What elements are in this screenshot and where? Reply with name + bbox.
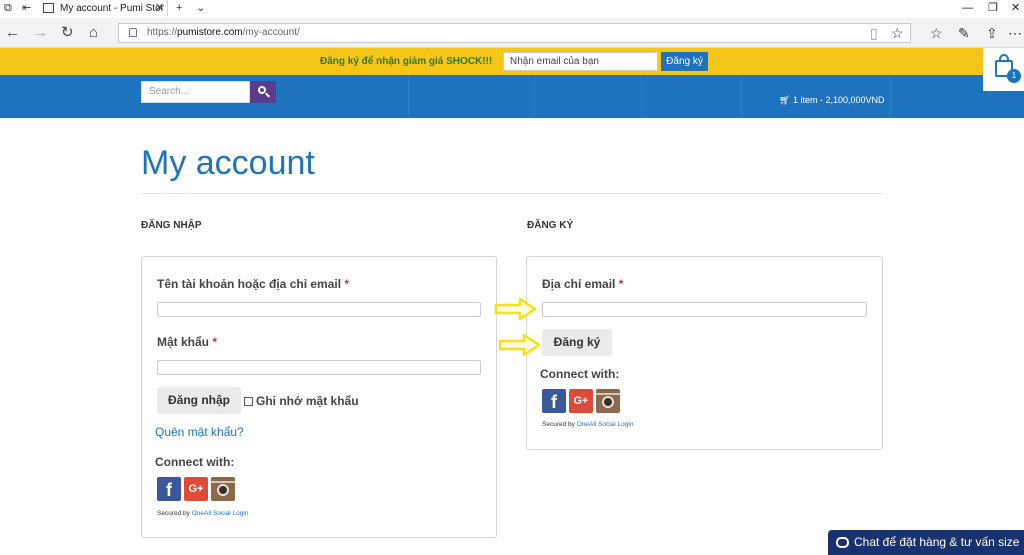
username-input[interactable] bbox=[157, 302, 481, 317]
chat-label: Chat để đặt hàng & tư vấn size bbox=[854, 535, 1020, 549]
lock-icon bbox=[129, 28, 137, 37]
oneall-link[interactable]: OneAll Social Login bbox=[192, 510, 249, 517]
reading-view-icon[interactable]: ▯ bbox=[870, 23, 878, 43]
remember-checkbox[interactable] bbox=[244, 397, 253, 406]
remember-me[interactable]: Ghi nhớ mật khẩu bbox=[244, 393, 359, 409]
floating-cart[interactable]: 1 bbox=[983, 48, 1024, 91]
search-button[interactable] bbox=[250, 81, 276, 103]
favorite-star-icon[interactable]: ☆ bbox=[891, 23, 904, 43]
title-divider bbox=[141, 193, 883, 194]
promo-text: Đăng ký để nhận giảm giá SHOCK!!! bbox=[320, 56, 493, 67]
nav-divider bbox=[741, 75, 742, 118]
web-note-icon[interactable]: ✎ bbox=[958, 23, 970, 43]
google-plus-icon[interactable]: G+ bbox=[184, 477, 208, 501]
password-input[interactable] bbox=[157, 360, 481, 375]
password-label: Mật khẩu * bbox=[157, 335, 218, 349]
minimize-icon[interactable]: — bbox=[962, 0, 973, 17]
chevron-down-icon[interactable]: ⌄ bbox=[196, 0, 205, 17]
secured-by-text: Secured by OneAll Social Login bbox=[157, 510, 249, 517]
browser-tab[interactable]: My account - Pumi Stor bbox=[38, 0, 168, 17]
new-tab-icon[interactable]: + bbox=[176, 0, 182, 17]
nav-divider bbox=[641, 75, 642, 118]
search-input[interactable]: Search... bbox=[141, 81, 250, 103]
login-form: Tên tài khoản hoặc địa chỉ email * Mật k… bbox=[141, 256, 497, 538]
required-mark: * bbox=[344, 277, 350, 291]
username-label: Tên tài khoản hoặc địa chỉ email * bbox=[157, 277, 350, 291]
connect-with-label: Connect with: bbox=[540, 367, 620, 381]
nav-divider bbox=[890, 75, 891, 118]
register-form: Địa chỉ email * Đăng ký Connect with: f … bbox=[526, 256, 883, 450]
facebook-icon[interactable]: f bbox=[157, 477, 181, 501]
browser-titlebar: ⧉ ⇤ My account - Pumi Stor ✕ + ⌄ — ❐ ✕ bbox=[0, 0, 1024, 17]
url-path: /my-account/ bbox=[242, 27, 300, 38]
promo-bar: Đăng ký để nhận giảm giá SHOCK!!! Nhận e… bbox=[0, 48, 1024, 75]
yellow-arrow-icon bbox=[498, 333, 541, 357]
chat-bubble-icon bbox=[836, 537, 849, 548]
url-scheme: https:// bbox=[147, 27, 178, 38]
chat-widget-button[interactable]: Chat để đặt hàng & tư vấn size bbox=[828, 530, 1024, 555]
cart-count-badge: 1 bbox=[1007, 69, 1021, 83]
favorites-hub-icon[interactable]: ☆ bbox=[930, 23, 943, 43]
home-icon[interactable]: ⌂ bbox=[89, 23, 98, 43]
tab-actions-icon[interactable]: ⧉ bbox=[4, 0, 12, 17]
page-title: My account bbox=[141, 144, 315, 182]
forward-icon[interactable]: → bbox=[33, 23, 48, 43]
register-email-input[interactable] bbox=[542, 302, 867, 317]
secured-by-text: Secured by OneAll Social Login bbox=[542, 421, 634, 428]
close-tab-icon[interactable]: ✕ bbox=[155, 0, 164, 17]
share-icon[interactable]: ⇪ bbox=[986, 23, 998, 43]
set-aside-tabs-icon[interactable]: ⇤ bbox=[22, 0, 31, 17]
facebook-icon[interactable]: f bbox=[542, 389, 566, 413]
connect-with-label: Connect with: bbox=[155, 455, 235, 469]
login-heading: ĐĂNG NHẬP bbox=[141, 220, 202, 231]
more-icon[interactable]: ⋯ bbox=[1008, 23, 1022, 43]
register-heading: ĐĂNG KÝ bbox=[527, 220, 574, 231]
required-mark: * bbox=[618, 277, 624, 291]
site-header: Search... 🛒︎ 1 item - 2,100,000VND bbox=[0, 75, 1024, 118]
nav-divider bbox=[534, 75, 535, 118]
url-host: pumistore.com bbox=[177, 27, 243, 38]
instagram-icon[interactable] bbox=[211, 477, 235, 501]
close-window-icon[interactable]: ✕ bbox=[1011, 0, 1020, 17]
tab-title: My account - Pumi Stor bbox=[60, 3, 164, 14]
remember-label: Ghi nhớ mật khẩu bbox=[256, 394, 359, 408]
restore-icon[interactable]: ❐ bbox=[988, 0, 998, 17]
cart-summary-text: 1 item - 2,100,000VND bbox=[792, 95, 885, 105]
oneall-link[interactable]: OneAll Social Login bbox=[577, 421, 634, 428]
nav-divider bbox=[408, 75, 409, 118]
refresh-icon[interactable]: ↻ bbox=[61, 23, 74, 43]
google-plus-icon[interactable]: G+ bbox=[569, 389, 593, 413]
yellow-arrow-icon bbox=[494, 297, 537, 321]
cart-icon: 🛒︎ bbox=[779, 95, 791, 105]
lost-password-link[interactable]: Quên mật khẩu? bbox=[155, 424, 244, 440]
register-button[interactable]: Đăng ký bbox=[542, 329, 612, 356]
back-icon[interactable]: ← bbox=[5, 23, 20, 43]
address-bar[interactable]: https://pumistore.com/my-account/ bbox=[118, 23, 911, 43]
email-label: Địa chỉ email * bbox=[542, 277, 624, 291]
page-icon bbox=[43, 3, 54, 13]
newsletter-email-input[interactable]: Nhận email của bạn bbox=[503, 52, 658, 71]
newsletter-subscribe-button[interactable]: Đăng ký bbox=[661, 52, 708, 71]
required-mark: * bbox=[212, 335, 218, 349]
login-button[interactable]: Đăng nhập bbox=[157, 387, 241, 414]
browser-toolbar: ← → ↻ ⌂ https://pumistore.com/my-account… bbox=[0, 18, 1024, 48]
instagram-icon[interactable] bbox=[596, 389, 620, 413]
cart-summary[interactable]: 🛒︎ 1 item - 2,100,000VND bbox=[779, 75, 885, 125]
